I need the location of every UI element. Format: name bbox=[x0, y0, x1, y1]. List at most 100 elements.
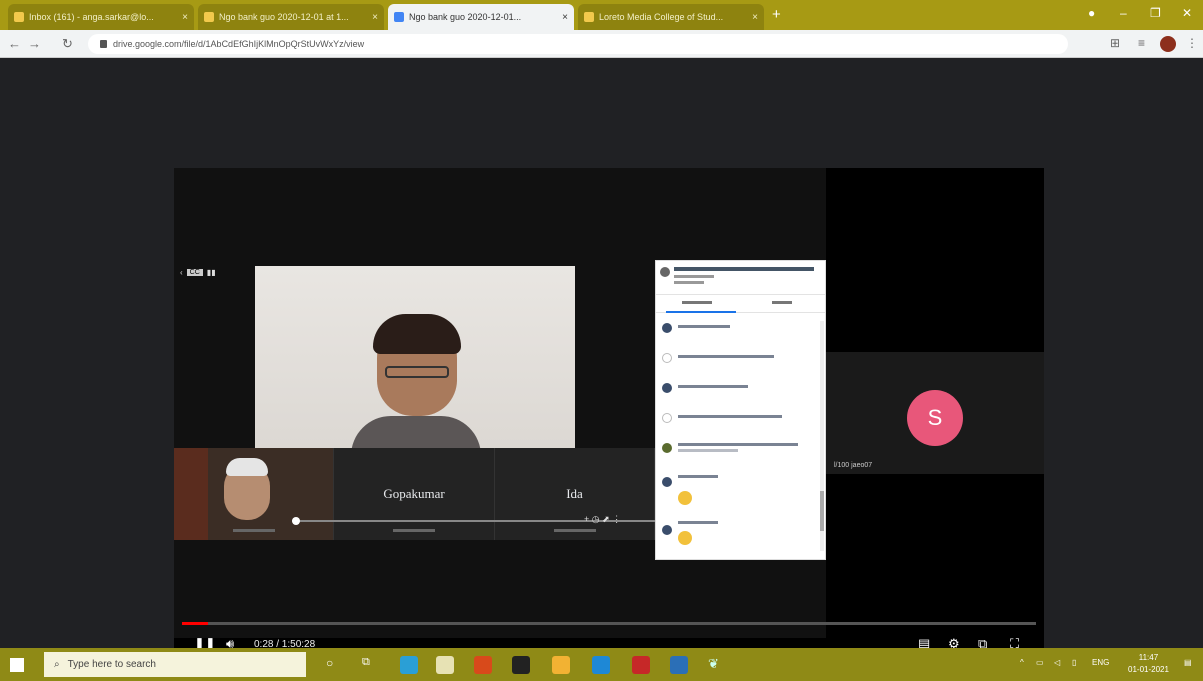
word-icon[interactable] bbox=[670, 656, 688, 674]
speaker-shirt bbox=[351, 416, 481, 448]
chat-message bbox=[660, 377, 821, 403]
back-icon[interactable]: ← bbox=[8, 36, 21, 51]
chat-header bbox=[656, 261, 825, 295]
chat-message bbox=[660, 347, 821, 373]
tab-gmail[interactable]: Inbox (161) - anga.sarkar@lo... × bbox=[8, 4, 194, 30]
file-explorer-icon[interactable] bbox=[436, 656, 454, 674]
chat-message bbox=[660, 519, 821, 549]
system-clock[interactable]: 11:47 01-01-2021 bbox=[1128, 652, 1169, 676]
participant-tile-gopakumar: Gopakumar bbox=[334, 448, 495, 540]
task-view-icon[interactable]: ⧉ bbox=[362, 656, 380, 674]
participant-name: Gopakumar bbox=[383, 486, 445, 501]
speaker-hair bbox=[373, 314, 461, 354]
tab-recording-1[interactable]: Ngo bank guo 2020-12-01 at 1... × bbox=[198, 4, 384, 30]
close-tab-icon[interactable]: × bbox=[372, 12, 378, 23]
windows-start-icon[interactable] bbox=[10, 658, 24, 672]
emoji-icon bbox=[678, 531, 692, 545]
menu-icon[interactable]: ⋮ bbox=[1186, 36, 1198, 50]
notifications-icon[interactable]: ▤ bbox=[1184, 658, 1192, 667]
language-indicator[interactable]: ENG bbox=[1092, 658, 1109, 667]
url-text: drive.google.com/file/d/1AbCdEfGhIjKlMnO… bbox=[113, 39, 365, 49]
chat-scroll-thumb[interactable] bbox=[820, 491, 824, 531]
tile-caption-bar bbox=[553, 529, 596, 532]
edge-icon[interactable] bbox=[400, 656, 418, 674]
playback-progress-bar[interactable] bbox=[182, 622, 1036, 625]
close-tab-icon[interactable]: × bbox=[562, 12, 568, 23]
site-icon bbox=[584, 12, 594, 22]
message-line bbox=[678, 521, 718, 524]
url-field[interactable]: drive.google.com/file/d/1AbCdEfGhIjKlMnO… bbox=[88, 34, 1068, 54]
battery-icon[interactable]: ▯ bbox=[1072, 658, 1076, 667]
maximize-icon[interactable]: ❐ bbox=[1150, 6, 1161, 20]
network-icon[interactable]: ▭ bbox=[1036, 658, 1044, 667]
video-player[interactable]: ‹ CC ▮▮ Gopakumar Ida + ◷ ⬈ ⋮ S l/100 ja… bbox=[174, 168, 1044, 658]
message-line-2 bbox=[678, 449, 738, 452]
inner-progress-bar bbox=[292, 517, 712, 525]
tile-caption-bar bbox=[232, 529, 275, 532]
chrome-icon[interactable] bbox=[552, 656, 570, 674]
message-line bbox=[678, 355, 774, 358]
tab-label: Ngo bank guo 2020-12-01 at 1... bbox=[219, 12, 349, 22]
search-icon: ⌕ bbox=[54, 659, 60, 670]
pdf-reader-icon[interactable] bbox=[632, 656, 650, 674]
close-window-icon[interactable]: ✕ bbox=[1182, 6, 1192, 20]
tab-recording-active[interactable]: Ngo bank guo 2020-12-01... × bbox=[388, 4, 574, 30]
inner-toolbar: ‹ CC ▮▮ bbox=[180, 268, 216, 277]
chat-meta bbox=[674, 281, 704, 284]
profile-dot-icon[interactable]: ● bbox=[1088, 6, 1095, 20]
signal-icon: ▮▮ bbox=[206, 268, 216, 277]
tab-label: Loreto Media College of Stud... bbox=[599, 12, 724, 22]
windows-taskbar: ⌕ Type here to search ○ ⧉ ❦ ^ ▭ ◁ ▯ ENG … bbox=[0, 648, 1203, 681]
close-tab-icon[interactable]: × bbox=[182, 12, 188, 23]
chat-tab-underline bbox=[666, 311, 736, 313]
chat-message bbox=[660, 437, 821, 467]
clock-time: 11:47 bbox=[1138, 653, 1159, 662]
user-avatar bbox=[662, 443, 672, 453]
tray-chevron-icon[interactable]: ^ bbox=[1020, 658, 1024, 667]
user-avatar bbox=[662, 559, 672, 560]
inner-controls: + ◷ ⬈ ⋮ bbox=[584, 514, 622, 524]
message-line bbox=[678, 443, 798, 446]
forward-icon[interactable]: → bbox=[28, 36, 41, 51]
participant-hair bbox=[226, 458, 268, 476]
cc-badge: CC bbox=[186, 269, 203, 276]
reload-icon[interactable]: ↻ bbox=[62, 36, 73, 52]
office-icon[interactable] bbox=[474, 656, 492, 674]
chat-scrollbar[interactable] bbox=[820, 321, 824, 551]
close-tab-icon[interactable]: × bbox=[752, 12, 758, 23]
store-icon[interactable] bbox=[592, 656, 610, 674]
tile-caption-bar bbox=[393, 529, 435, 532]
minimize-icon[interactable]: – bbox=[1120, 6, 1127, 20]
extensions-icon[interactable]: ⊞ bbox=[1110, 36, 1120, 50]
participant-avatar: S bbox=[907, 390, 963, 446]
user-avatar bbox=[662, 383, 672, 393]
app-leaf-icon[interactable]: ❦ bbox=[708, 656, 726, 674]
user-avatar bbox=[662, 413, 672, 423]
drive-icon bbox=[204, 12, 214, 22]
participant-tile-ida: Ida bbox=[495, 448, 655, 540]
cortana-icon[interactable]: ○ bbox=[326, 656, 344, 674]
reading-list-icon[interactable]: ≡ bbox=[1138, 36, 1145, 50]
chat-tab-1 bbox=[682, 301, 712, 304]
taskbar-search-box[interactable]: ⌕ Type here to search bbox=[44, 652, 306, 677]
volume-tray-icon[interactable]: ◁ bbox=[1054, 658, 1060, 667]
chat-avatar bbox=[660, 267, 670, 277]
message-line bbox=[678, 415, 782, 418]
progress-fill bbox=[182, 622, 208, 625]
user-avatar bbox=[662, 353, 672, 363]
chat-message bbox=[660, 407, 821, 433]
chat-tab-2 bbox=[772, 301, 792, 304]
profile-avatar[interactable] bbox=[1160, 36, 1176, 52]
new-tab-button[interactable]: + bbox=[772, 6, 781, 23]
participant-label: l/100 jaeo07 bbox=[834, 462, 873, 469]
gmail-icon bbox=[14, 12, 24, 22]
chat-message bbox=[660, 471, 821, 515]
emoji-icon bbox=[678, 491, 692, 505]
chat-message bbox=[660, 553, 821, 560]
app-a-icon[interactable] bbox=[512, 656, 530, 674]
tab-label: Inbox (161) - anga.sarkar@lo... bbox=[29, 12, 154, 22]
tab-loreto[interactable]: Loreto Media College of Stud... × bbox=[578, 4, 764, 30]
chevron-left-icon: ‹ bbox=[180, 268, 183, 277]
chat-title bbox=[674, 267, 814, 271]
chat-message bbox=[660, 317, 821, 343]
